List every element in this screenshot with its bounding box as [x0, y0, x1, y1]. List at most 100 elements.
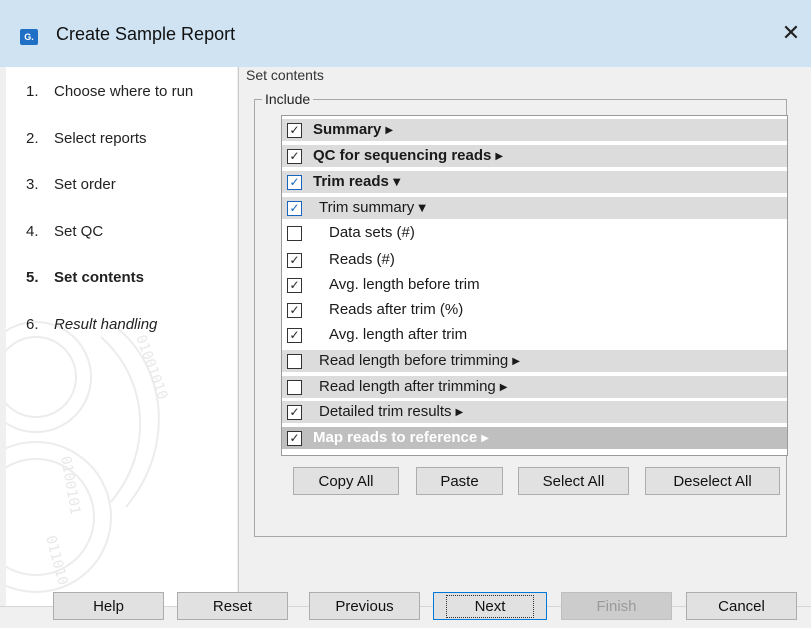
title-bar: G. Create Sample Report ✕: [0, 0, 811, 67]
caret-down-icon[interactable]: ▼: [393, 177, 401, 188]
content-item-label: Detailed trim results ▶: [319, 403, 463, 420]
reset-button[interactable]: Reset: [177, 592, 288, 620]
content-list-item[interactable]: Data sets (#): [282, 222, 787, 244]
checkbox-checked[interactable]: ✓: [287, 328, 302, 343]
step-select-reports[interactable]: 2. Select reports: [26, 130, 147, 147]
content-list-item[interactable]: ✓ Trim reads ▼: [282, 171, 787, 193]
caret-right-icon[interactable]: ▶: [456, 407, 464, 418]
checkbox-checked[interactable]: ✓: [287, 149, 302, 164]
step-label: Select reports: [54, 130, 147, 147]
finish-button: Finish: [561, 592, 672, 620]
close-button[interactable]: ✕: [777, 20, 805, 48]
item-text: Summary: [313, 121, 382, 138]
caret-right-icon[interactable]: ▶: [481, 433, 489, 444]
svg-text:011010: 011010: [42, 534, 71, 587]
content-list-item[interactable]: ✓ QC for sequencing reads ▶: [282, 145, 787, 167]
checkbox-unchecked[interactable]: [287, 226, 302, 241]
help-button[interactable]: Help: [53, 592, 164, 620]
report-contents-list[interactable]: ✓ Summary ▶ ✓ QC for sequencing reads ▶ ✓ Trim …: [281, 115, 788, 456]
content-item-label: Read length after trimming ▶: [319, 378, 507, 395]
step-label: Set contents: [54, 269, 145, 286]
content-item-label: QC for sequencing reads ▶: [313, 147, 503, 164]
step-set-order[interactable]: 3. Set order: [26, 176, 116, 193]
item-text: Trim reads: [313, 173, 389, 190]
panel-divider: [238, 67, 239, 606]
content-list-item[interactable]: Read length after trimming ▶: [282, 376, 787, 398]
checkbox-checked[interactable]: ✓: [287, 303, 302, 318]
window-title: Create Sample Report: [56, 24, 236, 44]
content-item-label: Reads (#): [329, 251, 395, 268]
item-text: Read length before trimming: [319, 352, 509, 369]
previous-button[interactable]: Previous: [309, 592, 420, 620]
item-text: Map reads to reference: [313, 429, 478, 446]
app-icon: G.: [20, 29, 38, 45]
item-text: Avg. length after trim: [329, 326, 468, 343]
item-text: Trim summary: [319, 199, 415, 216]
section-title: Set contents: [246, 67, 324, 83]
content-item-label: Read length before trimming ▶: [319, 352, 520, 369]
content-list-item[interactable]: ✓ Avg. length before trim: [282, 274, 787, 296]
paste-button[interactable]: Paste: [416, 467, 503, 495]
next-button[interactable]: Next: [433, 592, 547, 620]
caret-down-icon[interactable]: ▼: [418, 203, 426, 214]
item-text: Reads (#): [329, 251, 395, 268]
caret-right-icon[interactable]: ▶: [385, 125, 393, 136]
content-item-label: Trim summary ▼: [319, 199, 426, 216]
step-number: 5.: [26, 269, 39, 286]
item-text: Reads after trim (%): [329, 301, 464, 318]
decorative-background-graphic: 01001010 0100101 011010: [6, 321, 170, 593]
content-list-item[interactable]: ✓ Map reads to reference ▶: [282, 427, 787, 449]
cancel-button[interactable]: Cancel: [686, 592, 797, 620]
item-text: Avg. length before trim: [329, 276, 480, 293]
step-label: Set order: [54, 176, 116, 193]
content-list-item[interactable]: ✓ Trim summary ▼: [282, 197, 787, 219]
checkbox-checked[interactable]: ✓: [287, 431, 302, 446]
wizard-steps-panel: 01001010 0100101 011010 1. Choose where t…: [6, 67, 237, 606]
step-label: Choose where to run: [54, 83, 194, 100]
item-text: Detailed trim results: [319, 403, 452, 420]
checkbox-checked[interactable]: ✓: [287, 405, 302, 420]
content-item-label: Data sets (#): [329, 224, 415, 241]
next-button-label: Next: [445, 594, 535, 618]
include-group-label: Include: [262, 91, 314, 107]
step-number: 4.: [26, 223, 39, 240]
content-list-item[interactable]: ✓ Reads after trim (%): [282, 299, 787, 321]
item-text: Read length after trimming: [319, 378, 496, 395]
checkbox-checked[interactable]: ✓: [287, 175, 302, 190]
checkbox-checked[interactable]: ✓: [287, 253, 302, 268]
caret-right-icon[interactable]: ▶: [512, 356, 520, 367]
svg-text:0100101: 0100101: [57, 455, 83, 516]
checkbox-unchecked[interactable]: [287, 354, 302, 369]
caret-right-icon[interactable]: ▶: [495, 151, 503, 162]
content-list-item[interactable]: Read length before trimming ▶: [282, 350, 787, 372]
step-result-handling[interactable]: 6. Result handling: [26, 316, 157, 333]
caret-right-icon[interactable]: ▶: [500, 382, 508, 393]
svg-text:01001010: 01001010: [132, 333, 170, 402]
checkbox-checked[interactable]: ✓: [287, 201, 302, 216]
checkbox-unchecked[interactable]: [287, 380, 302, 395]
deselect-all-button[interactable]: Deselect All: [645, 467, 780, 495]
select-all-button[interactable]: Select All: [518, 467, 629, 495]
step-number: 6.: [26, 316, 39, 333]
checkbox-checked[interactable]: ✓: [287, 278, 302, 293]
step-label: Result handling: [54, 316, 158, 333]
step-number: 2.: [26, 130, 39, 147]
item-text: QC for sequencing reads: [313, 147, 492, 164]
content-item-label: Map reads to reference ▶: [313, 429, 489, 446]
content-list-item[interactable]: ✓ Summary ▶: [282, 119, 787, 141]
content-list-item[interactable]: ✓ Reads (#): [282, 249, 787, 271]
content-list-item[interactable]: ✓ Avg. length after trim: [282, 324, 787, 346]
content-item-label: Summary ▶: [313, 121, 393, 138]
content-list-item[interactable]: ✓ Detailed trim results ▶: [282, 401, 787, 423]
content-item-label: Reads after trim (%): [329, 301, 463, 318]
step-set-qc[interactable]: 4. Set QC: [26, 223, 103, 240]
step-number: 1.: [26, 83, 39, 100]
item-text: Data sets (#): [329, 224, 415, 241]
checkbox-checked[interactable]: ✓: [287, 123, 302, 138]
step-set-contents[interactable]: 5. Set contents: [26, 269, 144, 286]
close-icon: ✕: [781, 21, 801, 46]
content-item-label: Trim reads ▼: [313, 173, 401, 190]
step-choose-where-to-run[interactable]: 1. Choose where to run: [26, 83, 193, 100]
copy-all-button[interactable]: Copy All: [293, 467, 399, 495]
step-number: 3.: [26, 176, 39, 193]
